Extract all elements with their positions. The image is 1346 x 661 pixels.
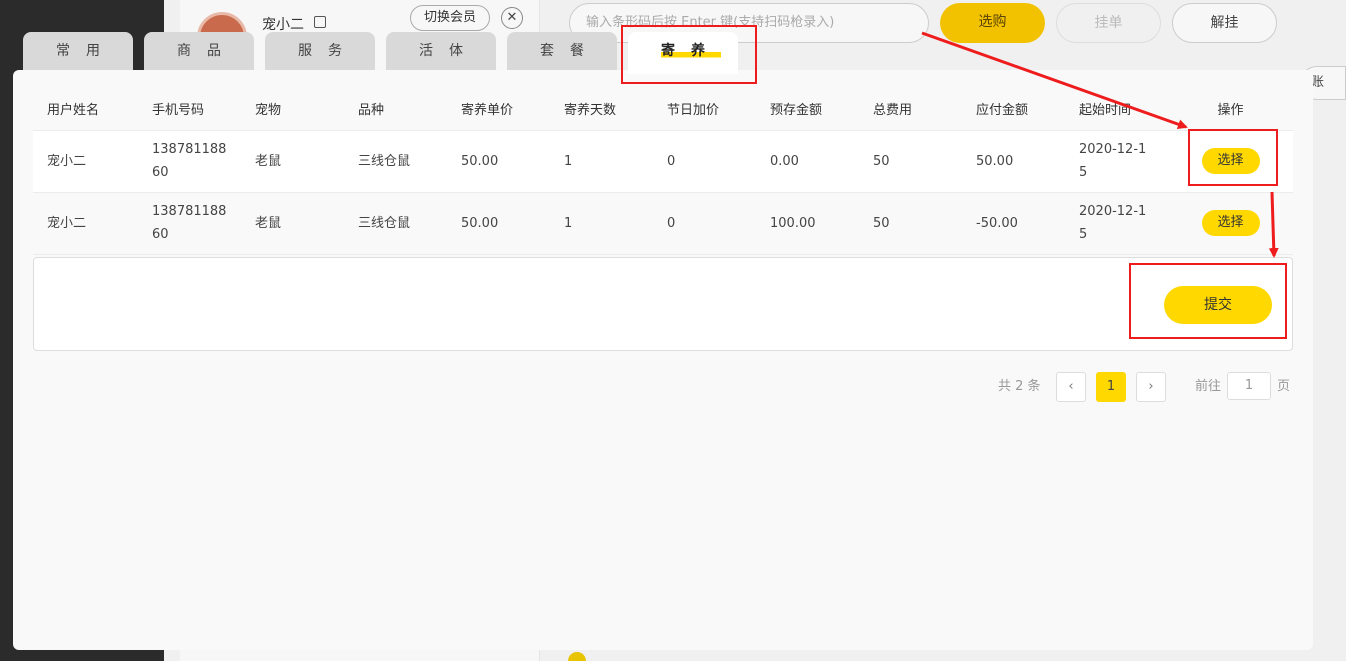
col-prepaid: 预存金额 xyxy=(770,103,823,119)
current-page[interactable]: 1 xyxy=(1096,372,1126,402)
tab-common[interactable]: 常用 xyxy=(23,32,133,72)
start-time-part-1: 2020-12-1 xyxy=(1079,204,1147,219)
annotation-box-submit xyxy=(1129,263,1287,339)
col-pet: 宠物 xyxy=(255,103,282,119)
next-page-button[interactable]: › xyxy=(1136,372,1166,402)
col-unit-price: 寄养单价 xyxy=(461,103,514,119)
hang-order-button[interactable]: 挂单 xyxy=(1056,3,1161,43)
phone-part-1: 138781188 xyxy=(152,204,227,219)
table-header-row: 用户姓名 手机号码 宠物 品种 寄养单价 寄养天数 节日加价 预存金额 总费用 … xyxy=(33,88,1293,130)
purchase-button[interactable]: 选购 xyxy=(940,3,1045,43)
cell-phone: 138781188 60 xyxy=(138,191,241,255)
cell-days: 1 xyxy=(550,191,653,255)
unhang-order-button[interactable]: 解挂 xyxy=(1172,3,1277,43)
cell-pet: 老鼠 xyxy=(241,129,344,192)
table-row: 宠小二 138781188 60 老鼠 三线仓鼠 50.00 1 0 100.00… xyxy=(33,191,1293,255)
annotation-box-tab xyxy=(621,25,757,84)
cell-unit-price: 50.00 xyxy=(447,191,550,255)
col-holiday-fee: 节日加价 xyxy=(667,103,720,119)
col-days: 寄养天数 xyxy=(564,103,617,119)
choose-button[interactable]: 选择 xyxy=(1201,210,1260,236)
cell-start-time: 2020-12-1 5 xyxy=(1065,129,1168,192)
cell-start-time: 2020-12-1 5 xyxy=(1065,191,1168,255)
cell-prepaid: 100.00 xyxy=(756,191,859,255)
tab-package[interactable]: 套餐 xyxy=(507,32,617,72)
boarding-table: 用户姓名 手机号码 宠物 品种 寄养单价 寄养天数 节日加价 预存金额 总费用 … xyxy=(33,88,1293,255)
col-phone: 手机号码 xyxy=(152,103,205,119)
col-username: 用户姓名 xyxy=(47,103,100,119)
start-time-part-2: 5 xyxy=(1079,227,1088,242)
cell-unit-price: 50.00 xyxy=(447,129,550,192)
col-payable: 应付金额 xyxy=(976,103,1029,119)
table-row: 宠小二 138781188 60 老鼠 三线仓鼠 50.00 1 0 0.00 5… xyxy=(33,129,1293,192)
phone-part-2: 60 xyxy=(152,227,169,242)
cell-username: 宠小二 xyxy=(33,129,138,192)
cell-action: 选择 xyxy=(1168,191,1293,255)
page-unit-label: 页 xyxy=(1277,379,1291,394)
submit-area: 提交 xyxy=(33,257,1293,351)
edit-icon[interactable] xyxy=(314,16,326,28)
col-action: 操作 xyxy=(1217,103,1244,119)
prev-page-button[interactable]: ‹ xyxy=(1056,372,1086,402)
phone-part-2: 60 xyxy=(152,165,169,180)
cell-prepaid: 0.00 xyxy=(756,129,859,192)
col-total: 总费用 xyxy=(873,103,913,119)
member-name: 宠小二 xyxy=(262,17,304,33)
col-start-time: 起始时间 xyxy=(1079,103,1132,119)
cell-payable: 50.00 xyxy=(962,129,1065,192)
cell-username: 宠小二 xyxy=(33,191,138,255)
close-member-button[interactable]: ✕ xyxy=(501,7,523,29)
start-time-part-1: 2020-12-1 xyxy=(1079,142,1147,157)
tab-live-pet[interactable]: 活体 xyxy=(386,32,496,72)
cell-payable: -50.00 xyxy=(962,191,1065,255)
phone-part-1: 138781188 xyxy=(152,142,227,157)
cell-days: 1 xyxy=(550,129,653,192)
cell-total: 50 xyxy=(859,191,962,255)
annotation-box-choose xyxy=(1188,129,1278,186)
cell-pet: 老鼠 xyxy=(241,191,344,255)
cell-holiday-fee: 0 xyxy=(653,129,756,192)
cell-breed: 三线仓鼠 xyxy=(344,191,447,255)
boarding-modal: 用户姓名 手机号码 宠物 品种 寄养单价 寄养天数 节日加价 预存金额 总费用 … xyxy=(13,70,1313,650)
pagination-total: 共 2 条 xyxy=(998,379,1041,394)
cell-holiday-fee: 0 xyxy=(653,191,756,255)
cell-phone: 138781188 60 xyxy=(138,129,241,192)
col-breed: 品种 xyxy=(358,103,385,119)
tab-goods[interactable]: 商品 xyxy=(144,32,254,72)
switch-member-button[interactable]: 切换会员 xyxy=(410,5,490,31)
cell-breed: 三线仓鼠 xyxy=(344,129,447,192)
start-time-part-2: 5 xyxy=(1079,165,1088,180)
cell-total: 50 xyxy=(859,129,962,192)
tab-service[interactable]: 服务 xyxy=(265,32,375,72)
goto-page-input[interactable]: 1 xyxy=(1227,372,1271,400)
goto-label: 前往 xyxy=(1195,379,1222,394)
